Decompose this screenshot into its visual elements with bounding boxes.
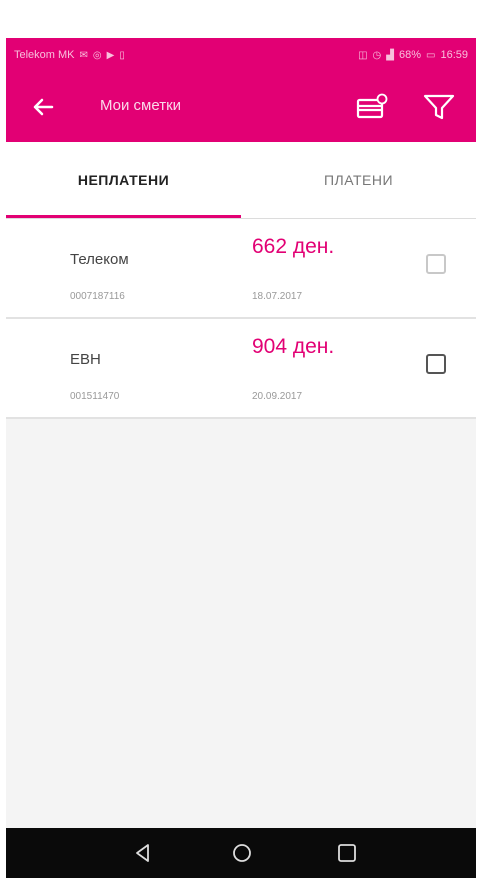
- credit-card-icon: [356, 93, 388, 119]
- play-notification-icon: ▶: [106, 49, 115, 61]
- clock: 16:59: [440, 49, 468, 61]
- instagram-notification-icon: ◎: [92, 49, 102, 61]
- status-bar-right: ◫ ◷ ▟ 68% ▭ 16:59: [358, 49, 468, 61]
- bill-amount: 662 ден.: [252, 235, 335, 258]
- active-tab-indicator: [6, 215, 241, 218]
- nav-home-button[interactable]: [229, 840, 255, 866]
- bill-provider-name: Телеком: [70, 251, 129, 268]
- battery-icon: ▭: [426, 49, 436, 61]
- mail-notification-icon: ✉: [79, 49, 88, 61]
- bill-list: Телеком 0007187116 662 ден. 18.07.2017 Е…: [6, 219, 476, 419]
- bill-date: 20.09.2017: [252, 391, 303, 402]
- bill-date: 18.07.2017: [252, 291, 303, 302]
- bill-checkbox[interactable]: [426, 254, 446, 274]
- signal-icon: ▟: [386, 49, 394, 61]
- status-bar-left: Telekom MK ✉ ◎ ▶ ▯: [14, 49, 125, 61]
- carrier-label: Telekom MK: [14, 49, 75, 61]
- bill-account-number: 0007187116: [70, 291, 125, 302]
- arrow-left-icon: [33, 98, 54, 116]
- bill-amount: 904 ден.: [252, 335, 335, 358]
- page-title: Мои сметки: [100, 97, 182, 114]
- system-nav-bar: [6, 828, 476, 878]
- back-button[interactable]: [28, 92, 58, 122]
- filter-button[interactable]: [421, 90, 457, 124]
- nav-back-button[interactable]: [130, 840, 156, 866]
- tab-paid[interactable]: ПЛАТЕНИ: [241, 142, 476, 218]
- nfc-icon: ◫: [358, 49, 368, 61]
- bill-row-telekom[interactable]: Телеком 0007187116 662 ден. 18.07.2017: [6, 219, 476, 319]
- bill-checkbox[interactable]: [426, 354, 446, 374]
- card-button[interactable]: [356, 92, 388, 122]
- app-bar: Мои сметки: [6, 72, 476, 142]
- circle-home-icon: [233, 844, 251, 862]
- bill-row-evn[interactable]: ЕВН 001511470 904 ден. 20.09.2017: [6, 319, 476, 419]
- phone-screen: Telekom MK ✉ ◎ ▶ ▯ ◫ ◷ ▟ 68% ▭ 16:59 Мои…: [6, 38, 476, 878]
- battery-percent: 68%: [398, 49, 422, 61]
- nav-recents-button[interactable]: [334, 840, 360, 866]
- bill-provider-name: ЕВН: [70, 351, 101, 368]
- phone-notification-icon: ▯: [119, 49, 125, 61]
- square-recents-icon: [338, 844, 356, 862]
- tab-unpaid[interactable]: НЕПЛАТЕНИ: [6, 142, 241, 218]
- tab-bar: НЕПЛАТЕНИ ПЛАТЕНИ: [6, 142, 476, 219]
- alarm-icon: ◷: [372, 49, 382, 61]
- triangle-back-icon: [136, 844, 149, 862]
- bill-account-number: 001511470: [70, 391, 120, 402]
- status-bar: Telekom MK ✉ ◎ ▶ ▯ ◫ ◷ ▟ 68% ▭ 16:59: [6, 38, 476, 72]
- filter-icon: [423, 94, 455, 120]
